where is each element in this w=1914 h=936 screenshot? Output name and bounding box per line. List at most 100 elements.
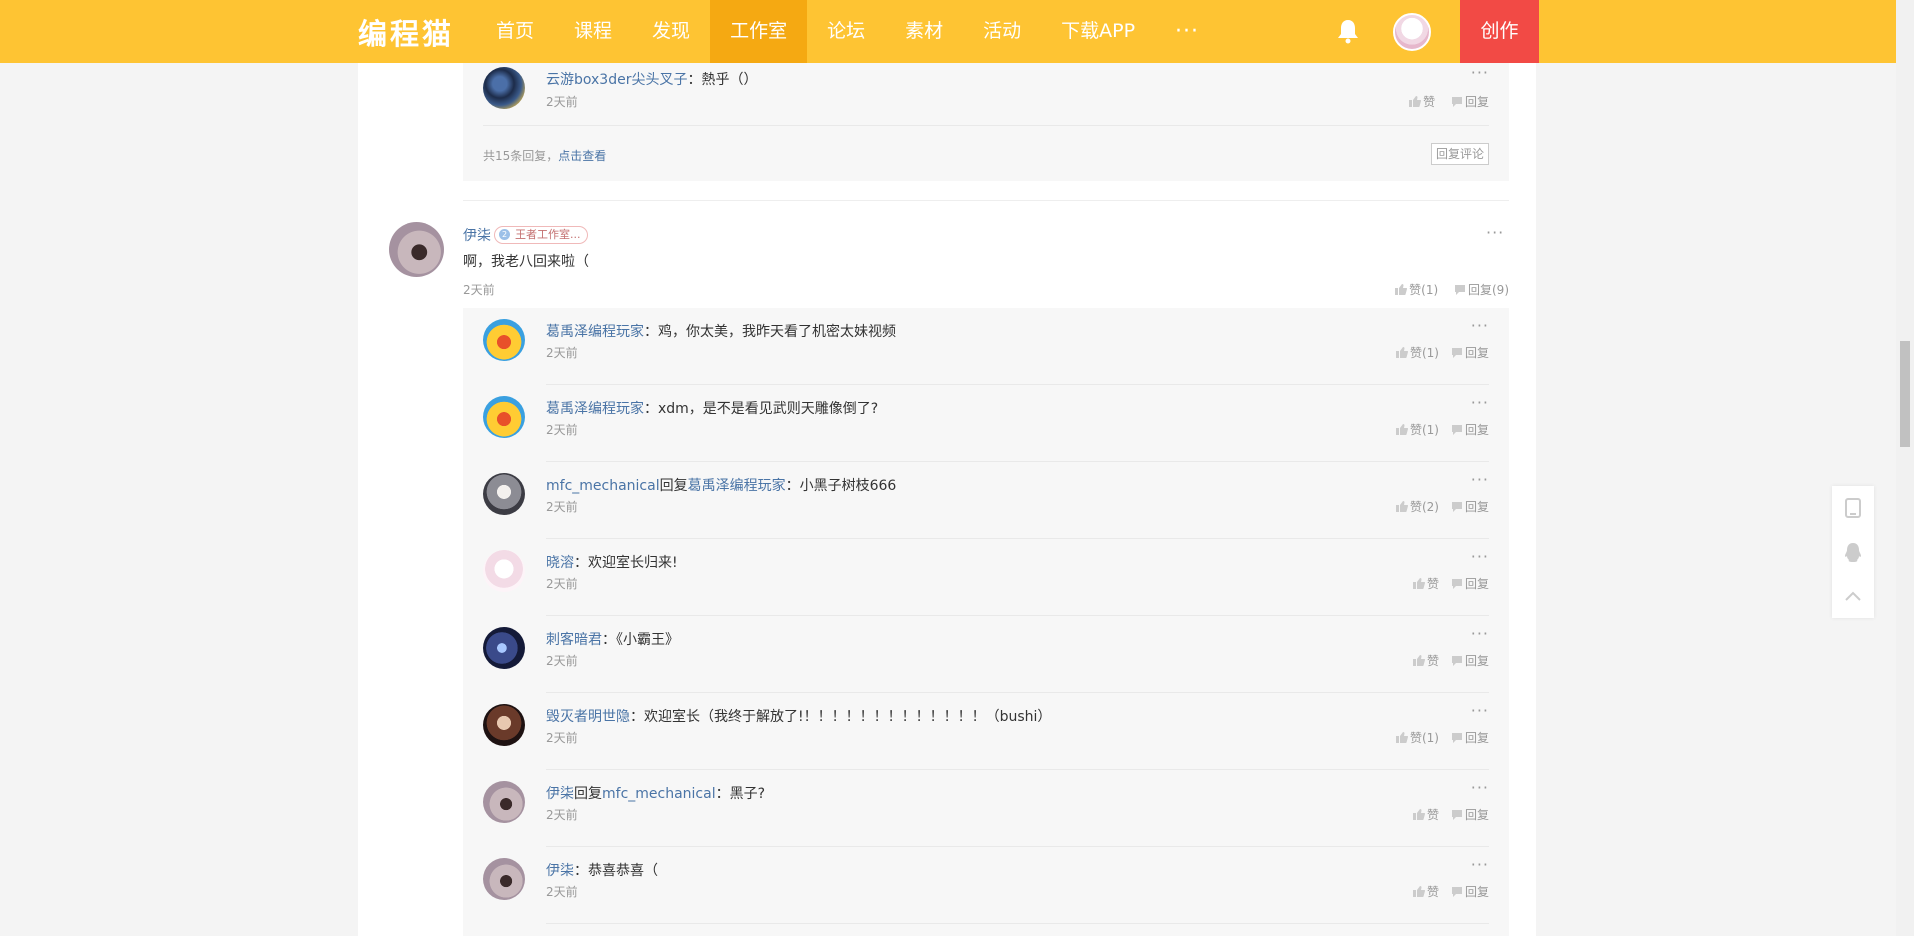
thumb-up-icon [1412, 809, 1425, 820]
thumb-up-icon [1395, 284, 1408, 295]
comment-icon [1451, 502, 1462, 512]
nav-download-app[interactable]: 下载APP [1041, 0, 1155, 63]
comment-icon [1451, 348, 1462, 358]
more-options-icon[interactable]: ··· [1486, 223, 1504, 242]
scrollbar-thumb[interactable] [1900, 341, 1910, 447]
list-item: 伊柒：恭喜恭喜（ 2天前 ··· 赞回复 [463, 847, 1509, 924]
reply-text: ：恭喜恭喜（ [574, 863, 658, 879]
reply-target-link[interactable]: mfc_mechanical [602, 786, 716, 802]
more-options-icon[interactable]: ··· [1471, 701, 1489, 720]
mobile-app-button[interactable] [1832, 486, 1874, 530]
more-options-icon[interactable]: ··· [1471, 778, 1489, 797]
comment-icon [1451, 97, 1462, 107]
create-button[interactable]: 创作 [1460, 0, 1539, 63]
reply-author-link[interactable]: 晓溶 [546, 555, 574, 571]
reply-author-link[interactable]: 伊柒 [546, 786, 574, 802]
like-button[interactable]: 赞 [1412, 808, 1439, 822]
reply-author-link[interactable]: mfc_mechanical [546, 478, 660, 494]
reply-time: 2天前 [546, 654, 578, 668]
reply-button[interactable]: 回复(9) [1454, 283, 1509, 297]
more-options-icon[interactable]: ··· [1471, 63, 1489, 82]
reply-avatar[interactable] [483, 396, 525, 438]
reply-time: 2天前 [546, 423, 578, 437]
thumb-up-icon [1412, 886, 1425, 897]
reply-button[interactable]: 回复 [1451, 423, 1489, 437]
reply-author-link[interactable]: 葛禹泽编程玩家 [546, 401, 644, 417]
more-options-icon[interactable]: ··· [1471, 470, 1489, 489]
reply-avatar[interactable] [483, 473, 525, 515]
list-item: 刺客暗君：《小霸王》 2天前 ··· 赞回复 [463, 616, 1509, 693]
like-button[interactable]: 赞(1) [1395, 731, 1439, 745]
view-all-replies-link[interactable]: 点击查看 [558, 149, 606, 163]
reply-avatar[interactable] [483, 704, 525, 746]
divider [483, 125, 1489, 126]
like-button[interactable]: 赞 [1409, 95, 1439, 109]
nav-studio[interactable]: 工作室 [710, 0, 808, 63]
more-options-icon[interactable]: ··· [1471, 547, 1489, 566]
comment-text: 啊，我老八回来啦（ [463, 254, 589, 270]
like-button[interactable]: 赞(2) [1395, 500, 1439, 514]
reply-button[interactable]: 回复 [1451, 731, 1489, 745]
reply-author-link[interactable]: 云游box3der尖头叉子 [546, 72, 687, 88]
studio-badge[interactable]: 2 王者工作室... [494, 226, 588, 244]
like-button[interactable]: 赞(1) [1395, 423, 1439, 437]
nav-courses[interactable]: 课程 [554, 0, 632, 63]
like-button[interactable]: 赞 [1412, 885, 1439, 899]
reply-comment-button[interactable]: 回复评论 [1430, 143, 1489, 165]
reply-text: ：xdm，是不是看见武则天雕像倒了? [644, 401, 879, 417]
reply-avatar[interactable] [483, 67, 525, 109]
reply-avatar[interactable] [483, 781, 525, 823]
page-scrollbar[interactable] [1896, 0, 1914, 936]
reply-author-link[interactable]: 毁灭者明世隐 [546, 709, 630, 725]
comment-divider [463, 200, 1509, 201]
reply-time: 2天前 [546, 885, 578, 899]
reply-avatar[interactable] [483, 319, 525, 361]
thumb-up-icon [1395, 732, 1408, 743]
reply-button[interactable]: 回复 [1451, 500, 1489, 514]
nav-events[interactable]: 活动 [963, 0, 1041, 63]
more-options-icon[interactable]: ··· [1471, 855, 1489, 874]
reply-time: 2天前 [546, 808, 578, 822]
reply-author-link[interactable]: 刺客暗君 [546, 632, 602, 648]
reply-box-previous: 云游box3der尖头叉子：熱乎（） 2天前 ··· 赞 回复 共15条回复，点… [463, 63, 1509, 181]
like-button[interactable]: 赞(1) [1395, 346, 1439, 360]
comment-avatar[interactable] [389, 222, 444, 277]
bell-icon[interactable] [1336, 18, 1360, 44]
reply-time: 2天前 [546, 346, 578, 360]
reply-button[interactable]: 回复 [1451, 654, 1489, 668]
nav-home[interactable]: 首页 [476, 0, 554, 63]
reply-button[interactable]: 回复 [1451, 95, 1489, 109]
site-logo[interactable]: 编程猫 [358, 11, 454, 53]
user-avatar[interactable] [1393, 13, 1431, 51]
comment-time: 2天前 [463, 283, 495, 297]
reply-button[interactable]: 回复 [1451, 885, 1489, 899]
nav-assets[interactable]: 素材 [885, 0, 963, 63]
reply-avatar[interactable] [483, 550, 525, 592]
reply-avatar[interactable] [483, 627, 525, 669]
reply-time: 2天前 [546, 577, 578, 591]
more-options-icon[interactable]: ··· [1471, 624, 1489, 643]
reply-target-link[interactable]: 葛禹泽编程玩家 [688, 478, 786, 494]
back-to-top-button[interactable] [1832, 574, 1874, 618]
reply-author-link[interactable]: 葛禹泽编程玩家 [546, 324, 644, 340]
reply-text: ：欢迎室长归来! [574, 555, 678, 571]
reply-avatar[interactable] [483, 858, 525, 900]
comment-icon [1455, 285, 1465, 295]
more-options-icon[interactable]: ··· [1471, 393, 1489, 412]
nav-discover[interactable]: 发现 [632, 0, 710, 63]
like-button[interactable]: 赞 [1412, 577, 1439, 591]
comment-author-link[interactable]: 伊柒 [463, 225, 491, 245]
reply-text: ：欢迎室长（我终于解放了!！！！！！！！！！！！！！（bushi） [630, 709, 1052, 725]
reply-text: ：鸡，你太美，我昨天看了机密太妹视频 [644, 324, 896, 340]
like-button[interactable]: 赞(1) [1395, 283, 1442, 297]
reply-author-link[interactable]: 伊柒 [546, 863, 574, 879]
list-item: 毁灭者明世隐：欢迎室长（我终于解放了!！！！！！！！！！！！！！（bushi） … [463, 693, 1509, 770]
like-button[interactable]: 赞 [1412, 654, 1439, 668]
reply-button[interactable]: 回复 [1451, 346, 1489, 360]
qq-button[interactable] [1832, 530, 1874, 574]
more-options-icon[interactable]: ··· [1471, 316, 1489, 335]
reply-button[interactable]: 回复 [1451, 577, 1489, 591]
nav-more-button[interactable]: ··· [1155, 0, 1219, 63]
nav-forum[interactable]: 论坛 [807, 0, 885, 63]
reply-button[interactable]: 回复 [1451, 808, 1489, 822]
